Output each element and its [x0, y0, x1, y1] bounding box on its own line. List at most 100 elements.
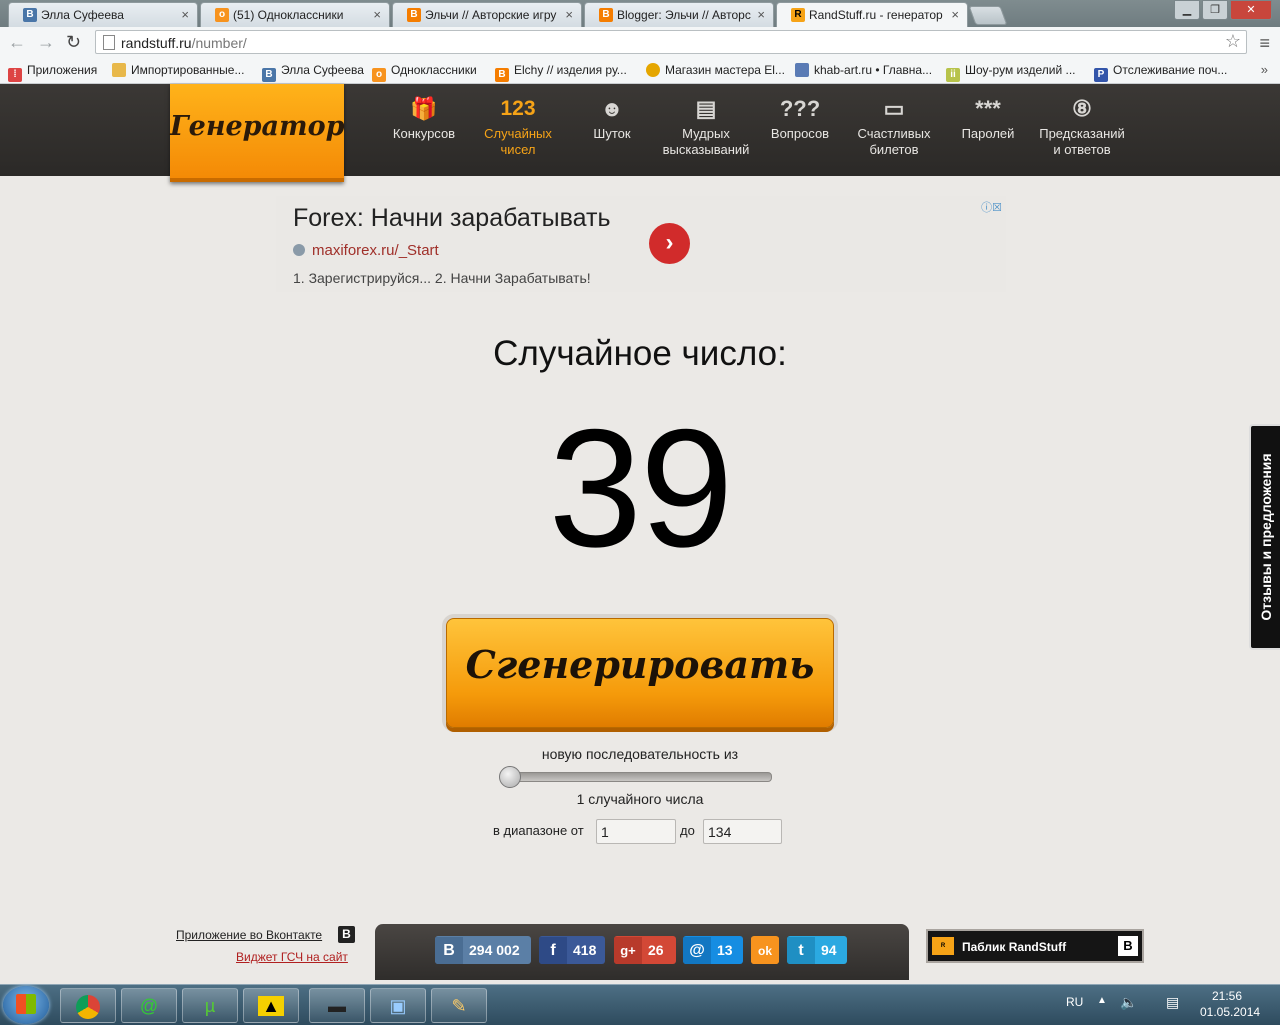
ok-icon: o: [215, 8, 229, 22]
minimize-button[interactable]: ▁: [1174, 0, 1200, 20]
nav-predictions[interactable]: ⑧ Предсказаний и ответов: [1027, 94, 1137, 158]
tab-label: Элла Суфеева: [41, 8, 124, 22]
randstuff-logo-icon: R: [932, 937, 954, 955]
language-indicator[interactable]: RU: [1066, 995, 1083, 1009]
result-label: Случайное число:: [493, 334, 787, 373]
chrome-taskbar-button[interactable]: [60, 988, 116, 1023]
eight-ball-icon: ⑧: [1072, 96, 1092, 121]
browser-tab-blogger-2[interactable]: B Blogger: Эльчи // Авторс ×: [584, 2, 774, 27]
facebook-icon: f: [539, 937, 567, 964]
utorrent-icon: µ: [204, 996, 216, 1016]
ad-title[interactable]: Forex: Начни зарабатывать: [293, 204, 610, 233]
google-plus-share-button[interactable]: g+ 26: [614, 936, 676, 964]
menu-icon[interactable]: ≡: [1259, 33, 1270, 54]
blogger-icon: B: [495, 68, 509, 82]
close-icon[interactable]: ×: [181, 7, 189, 22]
ad-banner[interactable]: Forex: Начни зарабатывать maxiforex.ru/_…: [276, 196, 1006, 292]
bookmark-post-tracking[interactable]: P Отслеживание поч...: [1094, 63, 1227, 82]
site-icon: [795, 63, 809, 77]
browser-tab-randstuff[interactable]: R RandStuff.ru - генератор ×: [776, 2, 968, 28]
randstuff-public-widget[interactable]: R Паблик RandStuff B: [926, 929, 1144, 963]
vk-share-button[interactable]: B 294 002: [435, 936, 531, 964]
vk-icon: B: [262, 68, 276, 82]
bookmark-vk[interactable]: B Элла Суфеева: [262, 63, 364, 82]
bookmarks-bar: ⁞ Приложения Импортированные... B Элла Суф…: [0, 59, 1280, 84]
new-tab-button[interactable]: [968, 6, 1008, 25]
back-arrow-icon[interactable]: ←: [8, 32, 26, 53]
bat-icon: ▲: [258, 996, 284, 1016]
mailru-share-button[interactable]: @13: [683, 936, 743, 964]
bookmark-showroom[interactable]: ii Шоу-рум изделий ...: [946, 63, 1075, 82]
tab-label: Blogger: Эльчи // Авторс: [617, 8, 751, 22]
bookmark-shop[interactable]: Магазин мастера El...: [646, 63, 785, 77]
volume-icon[interactable]: 🔈: [1120, 994, 1137, 1011]
paint-palette-icon: ✎: [451, 996, 467, 1016]
close-icon[interactable]: ×: [373, 7, 381, 22]
range-from-input[interactable]: [596, 819, 676, 844]
bookmarks-more-button[interactable]: »: [1261, 62, 1268, 77]
close-icon[interactable]: ×: [757, 7, 765, 22]
bookmark-star-icon[interactable]: ☆: [1225, 31, 1241, 52]
facebook-share-button[interactable]: f 418: [539, 936, 605, 964]
bookmark-elchy[interactable]: B Elchy // изделия ру...: [495, 63, 627, 82]
restore-button[interactable]: ❐: [1202, 0, 1228, 20]
browser-tab-blogger-1[interactable]: B Эльчи // Авторские игру ×: [392, 2, 582, 27]
bookmark-ok[interactable]: o Одноклассники: [372, 63, 477, 82]
start-button[interactable]: [3, 986, 49, 1024]
ok-icon: o: [372, 68, 386, 82]
widget-link[interactable]: Виджет ГСЧ на сайт: [236, 950, 348, 964]
bookmark-khab-art[interactable]: khab-art.ru • Главна...: [795, 63, 932, 77]
range-to-label: до: [680, 823, 695, 838]
bookmark-imported[interactable]: Импортированные...: [112, 63, 244, 77]
batman-app-taskbar-button[interactable]: ▲: [243, 988, 299, 1023]
range-to-input[interactable]: [703, 819, 782, 844]
mail-agent-taskbar-button[interactable]: @: [121, 988, 177, 1023]
range-from-label: в диапазоне от: [493, 823, 584, 838]
count-slider-track[interactable]: [502, 772, 772, 782]
network-icon[interactable]: ▤: [1166, 994, 1179, 1011]
windows-taskbar: @ µ ▲ ▬ ▣ ✎ RU ▲ 🔈 ▤ 21:56 01.05.2014: [0, 984, 1280, 1025]
browser-tab-vk[interactable]: B Элла Суфеева ×: [8, 2, 198, 27]
social-counters-bar: B 294 002 f 418 g+ 26 @13 ok t 94: [375, 924, 909, 980]
reload-icon[interactable]: ↻: [66, 32, 81, 53]
tray-arrow-icon[interactable]: ▲: [1097, 995, 1107, 1006]
twitter-share-button[interactable]: t 94: [787, 936, 847, 964]
clock-time[interactable]: 21:56: [1212, 989, 1242, 1003]
ad-description: 1. Зарегистрируйся... 2. Начни Зарабатыв…: [293, 270, 591, 286]
forward-arrow-icon[interactable]: →: [37, 32, 55, 53]
utorrent-taskbar-button[interactable]: µ: [182, 988, 238, 1023]
close-window-button[interactable]: ✕: [1230, 0, 1272, 20]
ok-share-button[interactable]: ok: [751, 936, 779, 964]
ok-icon: ok: [751, 937, 779, 964]
randstuff-icon: R: [791, 8, 805, 22]
livemaster-icon: ii: [946, 68, 960, 82]
media-player-icon: ▬: [328, 996, 346, 1016]
vk-icon[interactable]: B: [338, 926, 355, 943]
media-taskbar-button[interactable]: ▬: [309, 988, 365, 1023]
bookmark-apps[interactable]: ⁞ Приложения: [8, 63, 97, 82]
browser-tab-ok[interactable]: o (51) Одноклассники ×: [200, 2, 390, 27]
mailru-icon: @: [683, 937, 711, 964]
generate-button[interactable]: Сгенерировать: [446, 618, 834, 728]
blogger-icon: B: [599, 8, 613, 22]
ad-go-button[interactable]: ›: [649, 223, 690, 264]
vk-icon: B: [23, 8, 37, 22]
paint-taskbar-button[interactable]: ✎: [431, 988, 487, 1023]
browser-toolbar: ← → ↻ randstuff.ru/number/ ☆ ≡: [0, 27, 1280, 60]
ad-info-icon[interactable]: ⓘ☒: [981, 199, 1002, 215]
address-bar[interactable]: randstuff.ru/number/ ☆: [95, 30, 1247, 54]
tab-label: RandStuff.ru - генератор: [809, 8, 943, 22]
vk-app-link[interactable]: Приложение во Вконтакте: [176, 928, 322, 942]
ad-url[interactable]: maxiforex.ru/_Start: [312, 242, 439, 259]
feedback-side-tab[interactable]: Отзывы и предложения: [1249, 424, 1280, 650]
result-number: 39: [548, 394, 734, 582]
google-plus-icon: g+: [614, 937, 642, 964]
post-icon: P: [1094, 68, 1108, 82]
photo-viewer-taskbar-button[interactable]: ▣: [370, 988, 426, 1023]
clock-date[interactable]: 01.05.2014: [1200, 1005, 1260, 1019]
count-slider-handle[interactable]: [499, 766, 521, 788]
site-logo[interactable]: Генератор: [170, 84, 345, 182]
close-icon[interactable]: ×: [951, 7, 959, 22]
close-icon[interactable]: ×: [565, 7, 573, 22]
chrome-icon: [76, 995, 100, 1020]
